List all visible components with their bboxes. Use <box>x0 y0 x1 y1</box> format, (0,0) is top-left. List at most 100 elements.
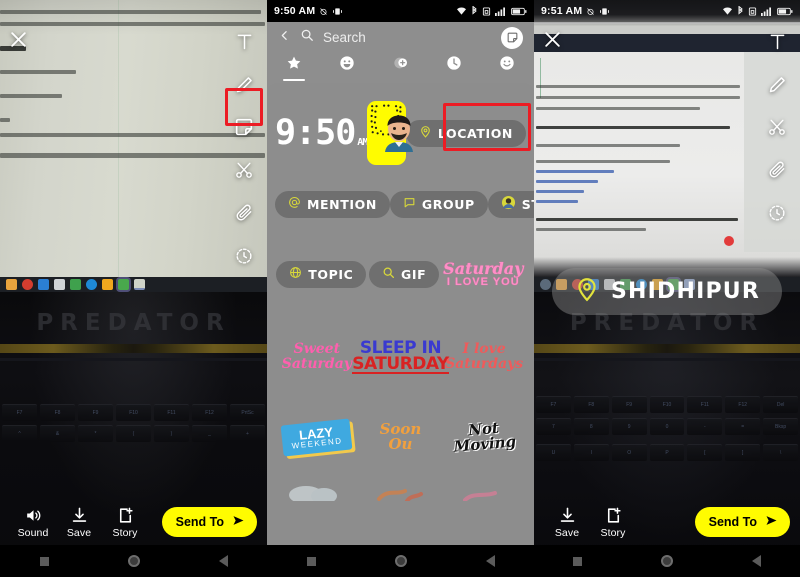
smiley-face-icon <box>499 55 515 76</box>
tab-emoji-2[interactable] <box>481 55 534 81</box>
paperclip-tool-icon[interactable] <box>764 157 790 183</box>
send-to-button[interactable]: Send To <box>161 507 257 537</box>
nav-back-button[interactable] <box>751 555 761 567</box>
sound-button[interactable]: Sound <box>10 506 56 539</box>
taskbar-icon-notes <box>134 279 145 290</box>
draw-tool-icon[interactable] <box>764 71 790 97</box>
nav-recents-button[interactable] <box>306 556 316 566</box>
applied-location-label: SHIDHIPUR <box>610 279 761 304</box>
nav-home-button[interactable] <box>660 555 673 567</box>
send-to-label: Send To <box>708 515 757 529</box>
chat-icon <box>403 196 416 212</box>
not-moving-art: Not Moving <box>452 419 517 456</box>
scissors-tool-icon[interactable] <box>231 157 257 183</box>
key: F8 <box>573 396 609 413</box>
clock-icon <box>446 55 462 76</box>
location-sticker-button[interactable]: LOCATION <box>405 119 526 147</box>
sticker-search-bar[interactable]: Search <box>267 22 534 53</box>
text-tool-icon[interactable] <box>764 28 790 54</box>
key: F9 <box>611 396 647 413</box>
status-bar-right <box>456 6 527 16</box>
doc-link-line <box>536 190 584 193</box>
doc-text-line <box>0 118 10 122</box>
applied-location-sticker[interactable]: SHIDHIPUR <box>551 268 783 315</box>
gif-sticker-button[interactable]: GIF <box>369 260 440 288</box>
story-sticker-button[interactable]: STORY <box>487 190 534 218</box>
scissors-tool-icon[interactable] <box>764 114 790 140</box>
key: I <box>573 444 609 461</box>
sticker-tool-icon[interactable] <box>501 26 523 49</box>
partial-sticker[interactable] <box>443 473 526 503</box>
topic-sticker-button[interactable]: TOPIC <box>276 260 367 288</box>
nav-back-button[interactable] <box>485 555 495 567</box>
photographed-document-right <box>534 0 800 292</box>
story-button[interactable]: Story <box>590 506 636 539</box>
search-icon <box>382 266 395 282</box>
status-bar-middle: 9:50 AM <box>267 0 534 22</box>
key: F7 <box>536 396 571 413</box>
nav-recents-button[interactable] <box>573 556 583 566</box>
tab-recent[interactable] <box>427 55 480 81</box>
snap-action-bar: Sound Save Story Send To <box>0 499 267 545</box>
key: & <box>40 425 75 442</box>
tab-emoji[interactable] <box>320 55 373 81</box>
save-button-label: Save <box>66 526 92 539</box>
send-to-button[interactable]: Send To <box>694 507 790 537</box>
sim-icon <box>482 6 491 16</box>
time-sticker-value: 9:50 AM <box>275 113 368 153</box>
partial-sticker[interactable] <box>359 473 442 503</box>
saturday-love-sticker[interactable]: Saturday I LOVE YOU <box>442 247 525 301</box>
group-sticker-button[interactable]: GROUP <box>389 190 488 218</box>
sticker-row-6-partial <box>275 473 526 503</box>
lazy-weekend-sticker[interactable]: LAZY WEEKEND <box>275 410 358 464</box>
chevron-left-icon[interactable] <box>278 29 291 47</box>
timer-tool-icon[interactable] <box>231 243 257 269</box>
panel-left-snap-editor: PREDATOR F7 F8 F9 F10 F11 F12 PrtSc ^ & … <box>0 0 267 577</box>
story-button[interactable]: Story <box>102 506 148 539</box>
key: = <box>725 418 761 435</box>
nav-recents-button[interactable] <box>39 556 49 566</box>
tab-bitmoji[interactable] <box>374 55 427 81</box>
topic-label: TOPIC <box>308 266 354 282</box>
snapcode-sticker[interactable] <box>367 101 414 165</box>
sticker-tool-icon[interactable] <box>231 114 257 140</box>
smiley-icon <box>339 55 355 76</box>
battery-icon <box>777 7 793 16</box>
love-saturdays-art: I love Saturdays <box>445 342 523 371</box>
text-tool-icon[interactable] <box>231 28 257 54</box>
sweet-saturday-sticker[interactable]: Sweet Saturday <box>275 330 358 384</box>
doc-link-line <box>536 170 614 173</box>
search-input[interactable]: Search <box>323 30 366 45</box>
save-button[interactable]: Save <box>544 506 590 539</box>
location-pill[interactable]: LOCATION <box>405 119 526 147</box>
nav-home-button[interactable] <box>127 555 140 567</box>
tab-favorites[interactable] <box>267 55 320 81</box>
saturday-love-art: Saturday I LOVE YOU <box>443 260 523 288</box>
sweet-saturday-line2: Saturday <box>281 356 352 372</box>
orange-script-sticker-icon <box>377 489 424 501</box>
signal-icon <box>761 7 773 16</box>
time-sticker[interactable]: 9:50 AM <box>275 113 368 153</box>
sleep-in-saturday-sticker[interactable]: SLEEP IN SATURDAY <box>352 330 449 384</box>
status-bar-left: 9:50 AM <box>274 5 343 17</box>
doc-text-line <box>536 85 740 88</box>
close-icon[interactable] <box>543 30 562 54</box>
soon-sticker[interactable]: Soon Ou <box>359 410 442 464</box>
timer-tool-icon[interactable] <box>764 200 790 226</box>
save-button[interactable]: Save <box>56 506 102 539</box>
send-to-label: Send To <box>175 515 224 529</box>
mention-sticker-button[interactable]: MENTION <box>275 190 390 218</box>
nav-back-button[interactable] <box>218 555 228 567</box>
nav-home-button[interactable] <box>394 555 407 567</box>
love-saturdays-sticker[interactable]: I love Saturdays <box>443 330 526 384</box>
paperclip-tool-icon[interactable] <box>231 200 257 226</box>
not-moving-sticker[interactable]: Not Moving <box>443 410 526 464</box>
saturday-love-line2: I LOVE YOU <box>446 275 520 288</box>
close-icon[interactable] <box>9 30 28 54</box>
partial-sticker[interactable] <box>275 473 358 503</box>
key: ^ <box>2 425 37 442</box>
keyboard-row: F7 F8 F9 F10 F11 F12 PrtSc <box>0 404 267 421</box>
download-icon <box>558 506 577 525</box>
draw-tool-icon[interactable] <box>231 71 257 97</box>
sticker-row-3: TOPIC GIF Saturday I LOVE YOU <box>275 235 526 313</box>
